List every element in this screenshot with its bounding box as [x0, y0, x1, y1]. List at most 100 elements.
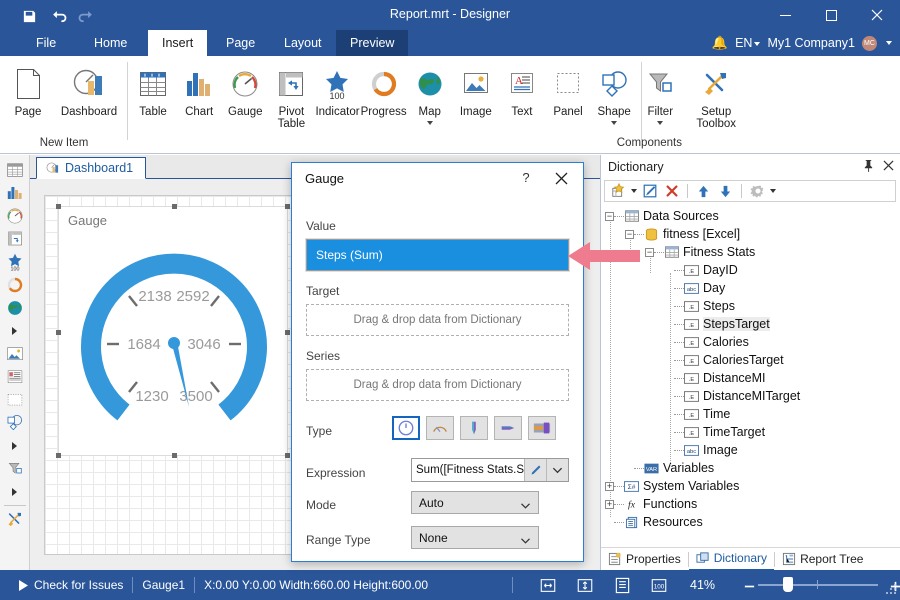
tree-item-day[interactable]: abc Day	[605, 279, 897, 297]
page-view-icon[interactable]	[611, 576, 633, 594]
language-selector[interactable]: EN	[735, 36, 760, 50]
delete-icon[interactable]	[662, 182, 681, 201]
toolbox-item-shape-dropdown[interactable]	[2, 434, 28, 457]
chevron-down-icon[interactable]	[546, 459, 568, 481]
chevron-down-icon[interactable]	[427, 121, 433, 125]
toolbox-item-map[interactable]	[2, 296, 28, 319]
ribbon-button-filter[interactable]: Filter	[637, 60, 683, 125]
chevron-down-icon[interactable]	[886, 41, 892, 45]
edit-icon[interactable]	[640, 182, 659, 201]
tab-insert[interactable]: Insert	[148, 30, 207, 56]
tab-preview[interactable]: Preview	[336, 30, 408, 56]
ribbon-button-gauge[interactable]: Gauge	[222, 60, 268, 118]
ribbon-button-indicator[interactable]: 100 Indicator	[314, 60, 360, 118]
chevron-down-icon[interactable]	[611, 121, 617, 125]
ribbon-button-progress[interactable]: Progress	[361, 60, 407, 118]
ribbon-button-dashboard[interactable]: Dashboard	[56, 60, 122, 118]
actual-size-icon[interactable]: 100	[648, 576, 670, 594]
ribbon-button-image[interactable]: Image	[453, 60, 499, 118]
zoom-slider[interactable]	[758, 578, 878, 592]
zoom-out-button[interactable]	[738, 577, 760, 595]
tree-item-timetarget[interactable]: .E TimeTarget	[605, 423, 897, 441]
expression-field[interactable]: Sum([Fitness Stats.Steps])	[411, 458, 569, 482]
bell-icon[interactable]: 🔔	[712, 35, 728, 51]
ribbon-button-pivot-table[interactable]: Pivot Table	[268, 60, 314, 130]
toolbox-item-image[interactable]	[2, 342, 28, 365]
zoom-slider-thumb[interactable]	[783, 577, 793, 592]
tab-dictionary[interactable]: Dictionary	[689, 548, 774, 571]
tree-item-system-variables[interactable]: + Σ# System Variables	[605, 477, 897, 495]
toolbox-item-indicator[interactable]: 100	[2, 250, 28, 273]
toolbox-item-text[interactable]	[2, 365, 28, 388]
new-item-icon[interactable]	[609, 182, 628, 201]
expander-minus-icon[interactable]: −	[645, 248, 654, 257]
toolbox-item-chart[interactable]	[2, 181, 28, 204]
tree-item-data-sources[interactable]: − Data Sources	[605, 207, 897, 225]
document-tab-dashboard1[interactable]: Dashboard1	[36, 157, 146, 179]
avatar[interactable]: MC	[862, 36, 877, 51]
play-icon[interactable]	[12, 576, 34, 594]
tab-page[interactable]: Page	[212, 30, 269, 56]
tree-item-distancemi[interactable]: .E DistanceMI	[605, 369, 897, 387]
series-dropzone[interactable]: Drag & drop data from Dictionary	[306, 369, 569, 401]
maximize-button[interactable]	[808, 0, 854, 30]
gear-dropdown-icon[interactable]	[770, 189, 776, 193]
user-name[interactable]: My1 Company1	[767, 36, 855, 50]
half-circular-gauge-icon[interactable]	[426, 416, 454, 440]
expander-minus-icon[interactable]: −	[605, 212, 614, 221]
tree-item-fitness-stats[interactable]: − Fitness Stats	[605, 243, 897, 261]
check-for-issues-label[interactable]: Check for Issues	[34, 578, 123, 592]
close-icon[interactable]	[883, 160, 894, 174]
new-item-dropdown-icon[interactable]	[631, 189, 637, 193]
toolbox-item-panel[interactable]	[2, 388, 28, 411]
tree-item-time[interactable]: .E Time	[605, 405, 897, 423]
full-circular-gauge-icon[interactable]	[392, 416, 420, 440]
toolbox-item-filter[interactable]	[2, 457, 28, 480]
tab-file[interactable]: File	[22, 30, 70, 56]
toolbox-item-pivot-table[interactable]	[2, 227, 28, 250]
target-dropzone[interactable]: Drag & drop data from Dictionary	[306, 304, 569, 336]
pin-icon[interactable]	[863, 159, 874, 175]
toolbox-item-shape[interactable]	[2, 411, 28, 434]
toolbox-item-gauge[interactable]	[2, 204, 28, 227]
expander-minus-icon[interactable]: −	[625, 230, 634, 239]
tree-item-resources[interactable]: Resources	[605, 513, 897, 531]
ribbon-button-text[interactable]: A Text	[499, 60, 545, 118]
tree-item-dayid[interactable]: .E DayID	[605, 261, 897, 279]
tree-item-variables[interactable]: VAR Variables	[605, 459, 897, 477]
tree-item-steps[interactable]: .E Steps	[605, 297, 897, 315]
range-type-select[interactable]: None	[411, 526, 539, 549]
ribbon-button-shape[interactable]: Shape	[591, 60, 637, 125]
help-button[interactable]: ?	[517, 170, 535, 185]
expander-plus-icon[interactable]: +	[605, 482, 614, 491]
ribbon-button-map[interactable]: Map	[407, 60, 453, 125]
toolbox-item-progress[interactable]	[2, 273, 28, 296]
expander-plus-icon[interactable]: +	[605, 500, 614, 509]
tree-item-functions[interactable]: + fx Functions	[605, 495, 897, 513]
tab-home[interactable]: Home	[80, 30, 141, 56]
move-up-icon[interactable]	[694, 182, 713, 201]
move-down-icon[interactable]	[716, 182, 735, 201]
tab-properties[interactable]: Properties	[601, 548, 688, 571]
close-button[interactable]	[854, 0, 900, 30]
ribbon-button-setup-toolbox[interactable]: Setup Toolbox	[692, 60, 740, 130]
dictionary-tree[interactable]: − Data Sources − fitness [Excel] − Fitne…	[605, 207, 897, 532]
ribbon-button-chart[interactable]: Chart	[176, 60, 222, 118]
fit-height-icon[interactable]	[574, 576, 596, 594]
ribbon-button-page[interactable]: Page	[0, 60, 56, 118]
tab-report-tree[interactable]: Report Tree	[775, 548, 870, 571]
toolbox-item-filter-dropdown[interactable]	[2, 480, 28, 503]
vertical-linear-gauge-icon[interactable]	[460, 416, 488, 440]
toolbox-item-map-dropdown[interactable]	[2, 319, 28, 342]
close-icon[interactable]	[549, 168, 573, 188]
tree-item-caloriestarget[interactable]: .E CaloriesTarget	[605, 351, 897, 369]
chevron-down-icon[interactable]	[657, 121, 663, 125]
tree-item-distancemitarget[interactable]: .E DistanceMITarget	[605, 387, 897, 405]
ribbon-button-panel[interactable]: Panel	[545, 60, 591, 118]
edit-pencil-icon[interactable]	[524, 459, 546, 481]
tree-item-calories[interactable]: .E Calories	[605, 333, 897, 351]
tree-item-stepstarget[interactable]: .E StepsTarget	[605, 315, 897, 333]
mode-select[interactable]: Auto	[411, 491, 539, 514]
tab-layout[interactable]: Layout	[270, 30, 336, 56]
fit-width-icon[interactable]	[537, 576, 559, 594]
